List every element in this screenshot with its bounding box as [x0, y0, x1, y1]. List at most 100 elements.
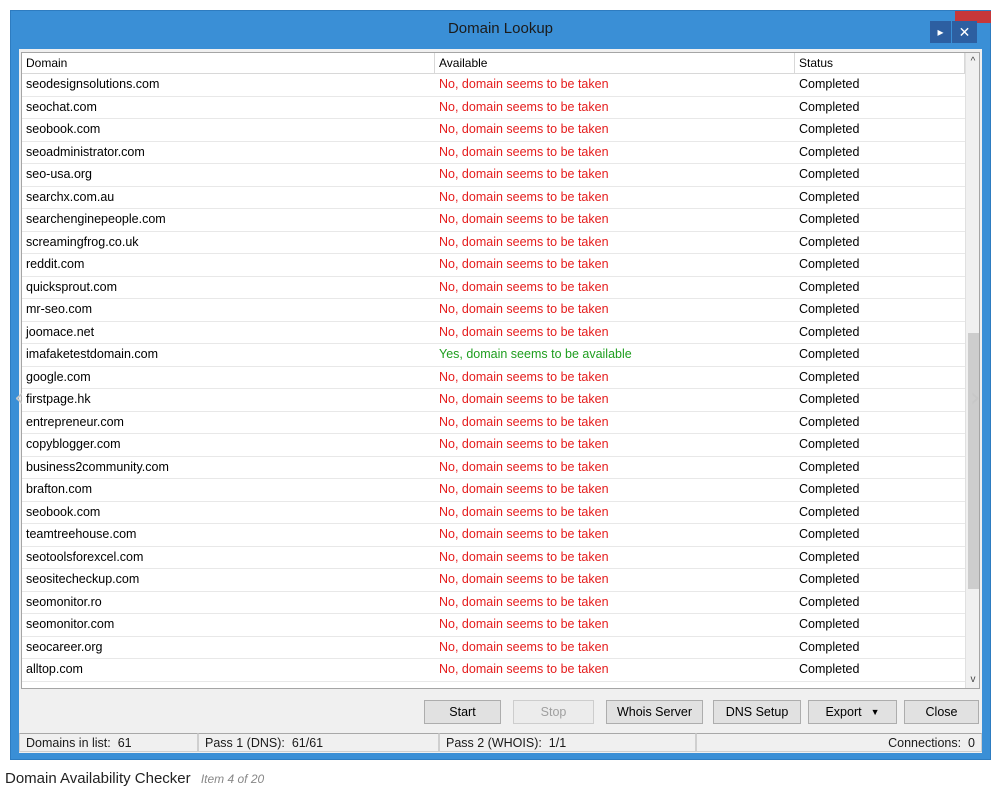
table-row[interactable]: seomonitor.ro No, domain seems to be take… — [22, 592, 965, 614]
next-icon[interactable]: ▸ — [930, 21, 951, 43]
availability-cell: No, domain seems to be taken — [439, 572, 609, 586]
stop-button[interactable]: Stop — [513, 700, 594, 724]
domains-label: Domains in list: — [26, 736, 111, 750]
availability-cell: No, domain seems to be taken — [439, 302, 609, 316]
vertical-scrollbar[interactable]: ^ v — [965, 53, 979, 688]
table-row[interactable]: screamingfrog.co.uk No, domain seems to b… — [22, 232, 965, 254]
table-row[interactable]: mr-seo.com No, domain seems to be taken Co… — [22, 299, 965, 322]
domain-cell: seobook.com — [26, 504, 101, 519]
domain-cell: seochat.com — [26, 99, 97, 114]
availability-cell: No, domain seems to be taken — [439, 212, 609, 226]
status-cell: Completed — [799, 324, 860, 339]
scroll-down-arrow-icon[interactable]: v — [966, 671, 979, 688]
scrollbar-thumb[interactable] — [968, 333, 979, 589]
status-cell: Completed — [799, 77, 860, 91]
table-row[interactable]: seobook.com No, domain seems to be taken C… — [22, 502, 965, 524]
status-cell: Completed — [799, 279, 860, 294]
export-button[interactable]: Export ▼ — [808, 700, 897, 724]
grid-rows: seodesignsolutions.com No, domain seems t… — [22, 74, 965, 682]
domain-cell: searchenginepeople.com — [26, 212, 166, 226]
status-cell: Completed — [799, 122, 860, 136]
gallery-caption: Domain Availability Checker Item 4 of 20 — [5, 770, 264, 787]
availability-cell: No, domain seems to be taken — [439, 234, 609, 249]
availability-cell: No, domain seems to be taken — [439, 189, 609, 204]
table-row[interactable]: seochat.com No, domain seems to be taken C… — [22, 97, 965, 119]
dialog-client-area: Domain Available Status seodesignsolutio… — [19, 49, 982, 753]
domain-lookup-window: Domain Lookup ▸ ✕ Domain Available Statu… — [10, 10, 991, 760]
domain-results-grid[interactable]: Domain Available Status seodesignsolutio… — [21, 52, 980, 689]
table-row[interactable]: quicksprout.com No, domain seems to be ta… — [22, 277, 965, 299]
availability-cell: No, domain seems to be taken — [439, 77, 609, 91]
availability-cell: No, domain seems to be taken — [439, 414, 609, 429]
domain-cell: seositecheckup.com — [26, 572, 140, 586]
table-row[interactable]: copyblogger.com No, domain seems to be ta… — [22, 434, 965, 457]
domain-cell: seodesignsolutions.com — [26, 77, 160, 91]
table-row[interactable]: reddit.com No, domain seems to be taken Co… — [22, 254, 965, 277]
domain-cell: alltop.com — [26, 662, 83, 676]
button-bar: Start Stop Whois Server DNS Setup Export… — [19, 695, 982, 729]
table-row[interactable]: brafton.com No, domain seems to be taken C… — [22, 479, 965, 502]
domain-cell: imafaketestdomain.com — [26, 347, 159, 361]
table-row[interactable]: teamtreehouse.com No, domain seems to be … — [22, 524, 965, 547]
table-row[interactable]: searchenginepeople.com No, domain seems t… — [22, 209, 965, 232]
previous-slide-arrow-icon[interactable]: ‹ — [14, 383, 24, 413]
status-cell: Completed — [799, 212, 860, 226]
table-row[interactable]: alltop.com No, domain seems to be taken Co… — [22, 659, 965, 682]
window-title: Domain Lookup — [447, 20, 554, 37]
status-pass2: Pass 2 (WHOIS): 1/1 — [439, 733, 696, 752]
status-cell: Completed — [799, 257, 860, 271]
domain-cell: seomonitor.ro — [26, 594, 102, 609]
table-row[interactable]: firstpage.hk No, domain seems to be taken… — [22, 389, 965, 412]
availability-cell: No, domain seems to be taken — [439, 639, 609, 654]
close-window-icon[interactable]: ✕ — [952, 21, 977, 43]
status-cell: Completed — [799, 189, 860, 204]
export-label: Export — [825, 705, 862, 719]
availability-cell: No, domain seems to be taken — [439, 279, 609, 294]
close-button[interactable]: Close — [904, 700, 979, 724]
whois-server-button[interactable]: Whois Server — [606, 700, 703, 724]
availability-cell: No, domain seems to be taken — [439, 144, 609, 159]
table-row[interactable]: seo-usa.org No, domain seems to be taken C… — [22, 164, 965, 187]
status-cell: Completed — [799, 392, 860, 406]
status-cell: Completed — [799, 167, 860, 181]
status-cell: Completed — [799, 414, 860, 429]
table-row[interactable]: seoadministrator.com No, domain seems to … — [22, 142, 965, 164]
domain-cell: mr-seo.com — [26, 302, 92, 316]
status-cell: Completed — [799, 144, 860, 159]
status-connections: Connections: 0 — [696, 733, 982, 752]
table-row[interactable]: entrepreneur.com No, domain seems to be t… — [22, 412, 965, 434]
availability-cell: No, domain seems to be taken — [439, 437, 609, 451]
domain-cell: seo-usa.org — [26, 167, 93, 181]
column-header-domain[interactable]: Domain — [22, 53, 435, 73]
status-cell: Completed — [799, 617, 860, 631]
table-row[interactable]: business2community.com No, domain seems t… — [22, 457, 965, 479]
domain-cell: seocareer.org — [26, 639, 103, 654]
status-bar: Domains in list: 61 Pass 1 (DNS): 61/61 … — [19, 733, 982, 753]
table-row[interactable]: searchx.com.au No, domain seems to be tak… — [22, 187, 965, 209]
column-header-status[interactable]: Status — [795, 53, 965, 73]
table-row[interactable]: seomonitor.com No, domain seems to be tak… — [22, 614, 965, 637]
start-button[interactable]: Start — [424, 700, 501, 724]
pass2-label: Pass 2 (WHOIS): — [446, 736, 542, 750]
table-row[interactable]: seobook.com No, domain seems to be taken C… — [22, 119, 965, 142]
availability-cell: No, domain seems to be taken — [439, 662, 609, 676]
table-row[interactable]: imafaketestdomain.com Yes, domain seems t… — [22, 344, 965, 367]
table-row[interactable]: seocareer.org No, domain seems to be take… — [22, 637, 965, 659]
status-cell: Completed — [799, 662, 860, 676]
table-row[interactable]: seodesignsolutions.com No, domain seems t… — [22, 74, 965, 97]
dns-setup-button[interactable]: DNS Setup — [713, 700, 801, 724]
availability-cell: No, domain seems to be taken — [439, 122, 609, 136]
domain-cell: business2community.com — [26, 459, 169, 474]
table-row[interactable]: seotoolsforexcel.com No, domain seems to … — [22, 547, 965, 569]
dropdown-caret-icon: ▼ — [870, 707, 880, 717]
domain-cell: seotoolsforexcel.com — [26, 549, 144, 564]
availability-cell: Yes, domain seems to be available — [439, 347, 632, 361]
domain-cell: seobook.com — [26, 122, 101, 136]
domain-cell: google.com — [26, 369, 91, 384]
scroll-up-arrow-icon[interactable]: ^ — [966, 53, 979, 70]
table-row[interactable]: seositecheckup.com No, domain seems to be… — [22, 569, 965, 592]
next-slide-arrow-icon[interactable]: › — [970, 383, 980, 413]
table-row[interactable]: joomace.net No, domain seems to be taken C… — [22, 322, 965, 344]
table-row[interactable]: google.com No, domain seems to be taken Co… — [22, 367, 965, 389]
column-header-available[interactable]: Available — [435, 53, 795, 73]
